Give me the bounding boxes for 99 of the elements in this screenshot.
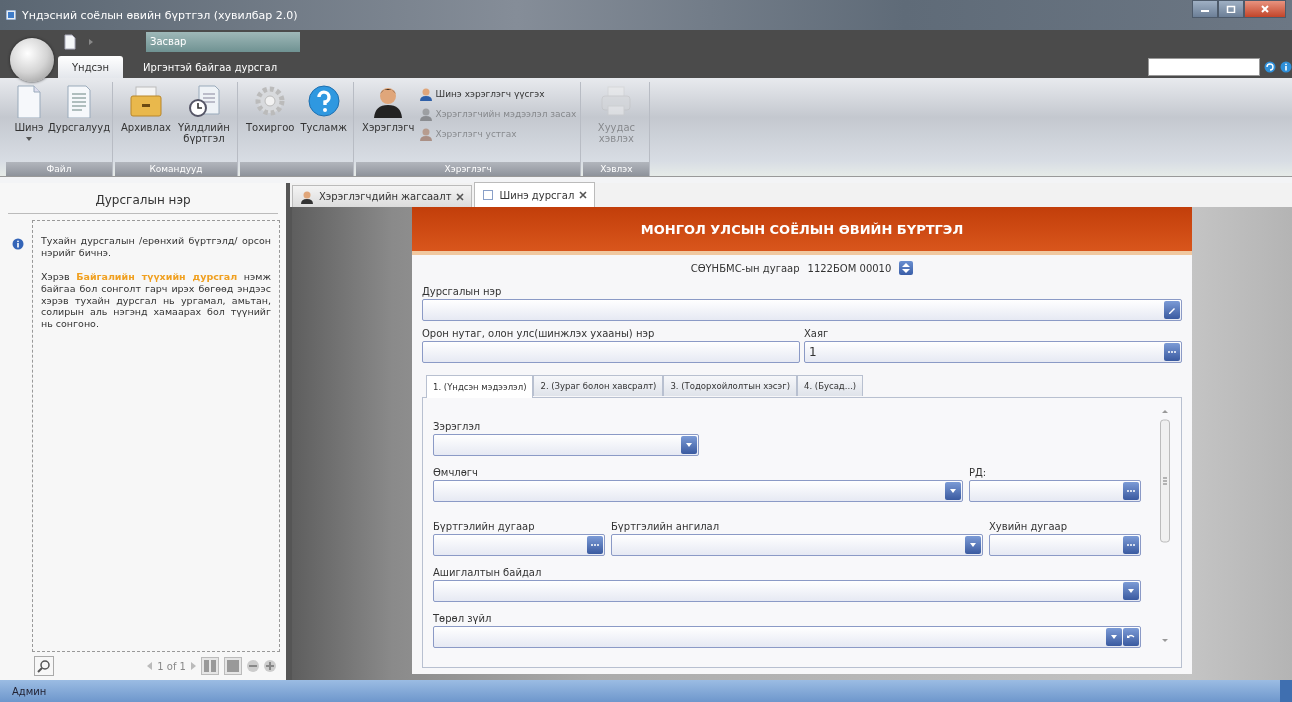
- ribbon-button[interactable]: Тохиргоо: [243, 82, 297, 135]
- ribbon-button[interactable]: Архивлах: [119, 82, 173, 135]
- dropdown-field[interactable]: [611, 534, 983, 556]
- browse-button[interactable]: [1164, 343, 1180, 361]
- window-title: Үндэсний соёлын өвийн бүртгэл (хувилбар 2.0): [22, 8, 298, 22]
- close-icon: [456, 192, 465, 201]
- user-edit-icon: [418, 107, 433, 121]
- application-menu-button[interactable]: [10, 38, 54, 82]
- dropdown-button[interactable]: [965, 536, 981, 554]
- dropdown-field[interactable]: [433, 434, 699, 456]
- single-page-view-icon: [224, 657, 242, 675]
- app-icon: [6, 10, 16, 20]
- text-field[interactable]: [422, 341, 800, 363]
- clock-document-icon: [186, 84, 221, 118]
- dropdown-button[interactable]: [1106, 628, 1122, 646]
- dropdown-button[interactable]: [1123, 582, 1139, 600]
- printer-icon: [599, 84, 634, 118]
- group-label: Командууд: [149, 164, 203, 174]
- maximize-icon: [1226, 5, 1236, 13]
- group-label: Хэвлэх: [600, 164, 633, 174]
- help-icon: [306, 84, 341, 118]
- search-button[interactable]: [34, 656, 54, 676]
- document-icon: [63, 34, 77, 50]
- document-tab[interactable]: Шинэ дурсгал: [474, 182, 596, 207]
- lookup-field[interactable]: [433, 534, 605, 556]
- ribbon-button[interactable]: Үйлдлийн бүртгэл: [174, 82, 233, 146]
- field-label: Орон нутаг, олон улс(шинжлэх ухааны) нэр: [422, 327, 656, 341]
- ribbon-tab[interactable]: Иргэнтэй байгаа дурсгал: [129, 56, 292, 78]
- group-label: Хэрэглэгч: [444, 164, 492, 174]
- dropdown-button[interactable]: [945, 482, 961, 500]
- panel-title: Дурсгалын нэр: [8, 183, 278, 214]
- two-page-view-icon: [201, 657, 219, 675]
- archive-box-icon: [128, 84, 163, 118]
- group-label: Файл: [46, 164, 72, 174]
- user-name: Админ: [12, 685, 47, 697]
- info-icon: [12, 238, 24, 250]
- document-tab[interactable]: Хэрэглэгчдийн жагсаалт: [292, 185, 473, 207]
- close-button[interactable]: [1244, 0, 1286, 18]
- user-icon: [300, 189, 314, 204]
- lookup-field[interactable]: [969, 480, 1141, 502]
- close-icon: [579, 191, 588, 199]
- minimize-button[interactable]: [1192, 0, 1218, 18]
- form-tab[interactable]: 1. (Үндсэн мэдээлэл): [426, 375, 534, 398]
- pencil-icon: [1167, 305, 1177, 315]
- browse-button[interactable]: [1123, 482, 1139, 500]
- caret-icon: [87, 38, 95, 46]
- field-label: Бүртгэлийн ангилал: [611, 520, 721, 534]
- refresh-icon: [1264, 61, 1276, 73]
- maximize-button[interactable]: [1218, 0, 1244, 18]
- number-spin-button[interactable]: [899, 261, 914, 275]
- spin-icon: [902, 263, 911, 273]
- page-icon: [482, 189, 495, 201]
- next-page-icon: [191, 662, 196, 670]
- ribbon-button[interactable]: Тусламж: [298, 82, 350, 135]
- form-tab[interactable]: 4. (Бусад...): [797, 375, 864, 396]
- ribbon-button[interactable]: Дурсгалууд: [50, 82, 108, 135]
- zoom-out-icon: [247, 660, 259, 672]
- form-tab[interactable]: 3. (Тодорхойлолтын хэсэг): [663, 375, 797, 396]
- dropdown-field[interactable]: [433, 580, 1141, 602]
- text-field[interactable]: [422, 299, 1182, 321]
- search-field[interactable]: [1148, 58, 1260, 76]
- page-indicator: 1 of 1: [157, 660, 186, 672]
- dropdown-field[interactable]: [433, 626, 1141, 648]
- form-tab[interactable]: 2. (Зураг болон хавсралт): [533, 375, 664, 396]
- field-value: 1: [809, 345, 817, 359]
- info-icon: [1280, 61, 1292, 73]
- field-label: РД:: [969, 466, 988, 480]
- help-text: Хэрэв Байгалийн түүхийн дурсгал нэмж байгаа бол сонголт гарч ирэх бөгөөд эндээс хэрэв тухайн дурсгал нь ургамал, амьтан, солирын аль нэгэнд хамаарах бол түүнийг нь сонгоно.: [41, 270, 271, 331]
- close-icon: [1260, 5, 1270, 13]
- context-tab-label: Засвар: [146, 32, 300, 52]
- user-add-icon: [418, 87, 433, 101]
- lookup-field[interactable]: 1: [804, 341, 1182, 363]
- dropdown-button[interactable]: [681, 436, 697, 454]
- search-icon: [37, 659, 51, 673]
- field-label: Зэрэглэл: [433, 420, 482, 434]
- ribbon-button[interactable]: Шинэ: [10, 82, 48, 143]
- ribbon-small-button[interactable]: Шинэ хэрэглэгч үүсгэх: [418, 84, 577, 104]
- field-label: Хувийн дугаар: [989, 520, 1069, 534]
- dropdown-field[interactable]: [433, 480, 963, 502]
- edit-button[interactable]: [1164, 301, 1180, 319]
- number-value: 1122БОМ 00010: [807, 262, 892, 274]
- browse-button[interactable]: [1123, 536, 1139, 554]
- browse-button[interactable]: [587, 536, 603, 554]
- undo-button[interactable]: [1123, 628, 1139, 646]
- lookup-field[interactable]: [989, 534, 1141, 556]
- form-title: МОНГОЛ УЛСЫН СОЁЛЫН ӨВИЙН БҮРТГЭЛ: [640, 221, 964, 237]
- field-label: Бүртгэлийн дугаар: [433, 520, 536, 534]
- zoom-in-icon: [264, 660, 276, 672]
- user-delete-icon: [418, 127, 433, 141]
- ribbon-button[interactable]: Хэрэглэгч: [360, 82, 417, 135]
- previous-page-icon: [147, 662, 153, 670]
- help-text: Тухайн дурсгалын /ерөнхий бүртгэлд/ орсон нэрийг бичнэ.: [41, 235, 271, 259]
- number-label: СӨҮНБМС-ын дугаар: [690, 262, 800, 274]
- field-label: Хаяг: [804, 327, 830, 341]
- field-label: Дурсгалын нэр: [422, 285, 503, 299]
- field-label: Ашиглалтын байдал: [433, 566, 543, 580]
- field-label: Өмчлөгч: [433, 466, 479, 480]
- ribbon-tab[interactable]: Үндсэн: [58, 56, 124, 78]
- field-label: Төрөл зүйл: [433, 612, 493, 626]
